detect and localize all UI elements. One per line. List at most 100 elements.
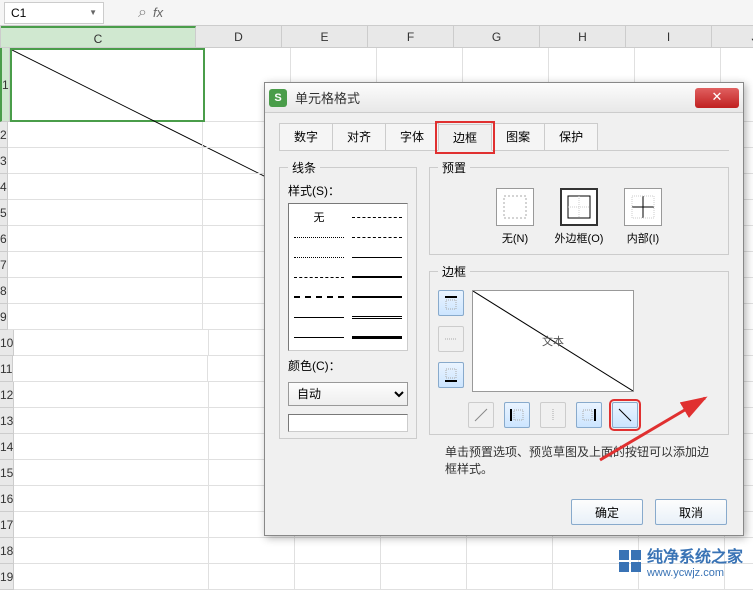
line-style-option[interactable] bbox=[293, 248, 345, 266]
cancel-button[interactable]: 取消 bbox=[655, 499, 727, 525]
row-header[interactable]: 2 bbox=[0, 122, 8, 148]
row-header[interactable]: 11 bbox=[0, 356, 13, 382]
cell[interactable] bbox=[14, 564, 209, 590]
tab-alignment[interactable]: 对齐 bbox=[332, 123, 386, 150]
cell[interactable] bbox=[8, 226, 203, 252]
border-middle-h-button[interactable] bbox=[438, 326, 464, 352]
row-header[interactable]: 12 bbox=[0, 382, 14, 408]
column-header[interactable]: E bbox=[282, 26, 368, 47]
row-header[interactable]: 15 bbox=[0, 460, 14, 486]
cell[interactable] bbox=[8, 252, 203, 278]
cell[interactable] bbox=[8, 200, 203, 226]
cell[interactable] bbox=[381, 564, 467, 590]
tab-border[interactable]: 边框 bbox=[438, 124, 492, 151]
close-button[interactable]: ✕ bbox=[695, 88, 739, 108]
cell[interactable] bbox=[295, 564, 381, 590]
line-preview bbox=[288, 414, 408, 432]
column-header[interactable]: G bbox=[454, 26, 540, 47]
border-bottom-button[interactable] bbox=[438, 362, 464, 388]
row-header[interactable]: 18 bbox=[0, 538, 14, 564]
row-header[interactable]: 1 bbox=[0, 48, 10, 122]
border-mid-v-icon bbox=[545, 407, 561, 423]
line-style-option[interactable] bbox=[351, 248, 403, 266]
cell[interactable] bbox=[381, 538, 467, 564]
name-box[interactable]: C1 ▼ bbox=[4, 2, 104, 24]
cell[interactable] bbox=[13, 356, 208, 382]
selected-cell[interactable] bbox=[10, 48, 205, 122]
border-top-icon bbox=[443, 295, 459, 311]
cell[interactable] bbox=[14, 538, 209, 564]
line-style-option[interactable] bbox=[351, 288, 403, 306]
line-style-selector[interactable]: 无 bbox=[288, 203, 408, 351]
row-header[interactable]: 9 bbox=[0, 304, 8, 330]
tab-font[interactable]: 字体 bbox=[385, 123, 439, 150]
fx-icon[interactable]: fx bbox=[153, 5, 163, 20]
cell[interactable] bbox=[8, 122, 203, 148]
border-top-button[interactable] bbox=[438, 290, 464, 316]
line-style-option[interactable] bbox=[293, 268, 345, 286]
tab-protection[interactable]: 保护 bbox=[544, 123, 598, 150]
color-select[interactable]: 自动 bbox=[288, 382, 408, 406]
border-middle-v-button[interactable] bbox=[540, 402, 566, 428]
line-style-option[interactable] bbox=[293, 328, 345, 346]
cell[interactable] bbox=[14, 486, 209, 512]
cell[interactable] bbox=[14, 512, 209, 538]
column-header[interactable]: J bbox=[712, 26, 753, 47]
cell[interactable] bbox=[14, 330, 209, 356]
row-header[interactable]: 13 bbox=[0, 408, 14, 434]
border-right-button[interactable] bbox=[576, 402, 602, 428]
row-header[interactable]: 8 bbox=[0, 278, 8, 304]
tab-number[interactable]: 数字 bbox=[279, 123, 333, 150]
line-style-option[interactable] bbox=[351, 228, 403, 246]
border-diag-up-button[interactable] bbox=[468, 402, 494, 428]
cell[interactable] bbox=[8, 304, 203, 330]
row-header[interactable]: 10 bbox=[0, 330, 14, 356]
border-diag-down-button[interactable] bbox=[612, 402, 638, 428]
tab-pattern[interactable]: 图案 bbox=[491, 123, 545, 150]
border-left-button[interactable] bbox=[504, 402, 530, 428]
cell[interactable] bbox=[14, 408, 209, 434]
cell[interactable] bbox=[8, 148, 203, 174]
column-header[interactable]: F bbox=[368, 26, 454, 47]
line-style-option[interactable] bbox=[351, 268, 403, 286]
cell[interactable] bbox=[14, 460, 209, 486]
preset-none-button[interactable]: 无(N) bbox=[490, 188, 540, 246]
preset-inner-button[interactable]: 内部(I) bbox=[618, 188, 668, 246]
line-style-option[interactable] bbox=[351, 208, 403, 226]
column-header[interactable]: C bbox=[1, 26, 196, 47]
row-header[interactable]: 4 bbox=[0, 174, 8, 200]
line-style-option[interactable] bbox=[293, 228, 345, 246]
preset-outer-button[interactable]: 外边框(O) bbox=[554, 188, 604, 246]
cell[interactable] bbox=[209, 564, 295, 590]
row-header[interactable]: 3 bbox=[0, 148, 8, 174]
row-header[interactable]: 16 bbox=[0, 486, 14, 512]
row-header[interactable]: 19 bbox=[0, 564, 14, 590]
line-style-option[interactable] bbox=[351, 328, 403, 346]
cell[interactable] bbox=[8, 278, 203, 304]
cell[interactable] bbox=[8, 174, 203, 200]
line-style-option[interactable] bbox=[293, 288, 345, 306]
column-header[interactable]: H bbox=[540, 26, 626, 47]
column-header[interactable]: I bbox=[626, 26, 712, 47]
border-preview[interactable]: 文本 bbox=[472, 290, 634, 392]
cell[interactable] bbox=[14, 434, 209, 460]
cell[interactable] bbox=[14, 382, 209, 408]
line-style-option[interactable] bbox=[351, 308, 403, 326]
name-box-dropdown-icon[interactable]: ▼ bbox=[89, 8, 97, 17]
row-header[interactable]: 5 bbox=[0, 200, 8, 226]
line-style-option[interactable] bbox=[293, 308, 345, 326]
cell[interactable] bbox=[295, 538, 381, 564]
cell[interactable] bbox=[209, 538, 295, 564]
line-style-none[interactable]: 无 bbox=[293, 208, 345, 226]
preset-legend: 预置 bbox=[438, 159, 470, 176]
dialog-titlebar[interactable]: S 单元格格式 ✕ bbox=[265, 83, 743, 113]
cell[interactable] bbox=[467, 564, 553, 590]
row-header[interactable]: 7 bbox=[0, 252, 8, 278]
column-header[interactable]: D bbox=[196, 26, 282, 47]
row-header[interactable]: 17 bbox=[0, 512, 14, 538]
cell[interactable] bbox=[467, 538, 553, 564]
search-icon[interactable]: ⌕ bbox=[138, 4, 147, 22]
row-header[interactable]: 14 bbox=[0, 434, 14, 460]
row-header[interactable]: 6 bbox=[0, 226, 8, 252]
ok-button[interactable]: 确定 bbox=[571, 499, 643, 525]
